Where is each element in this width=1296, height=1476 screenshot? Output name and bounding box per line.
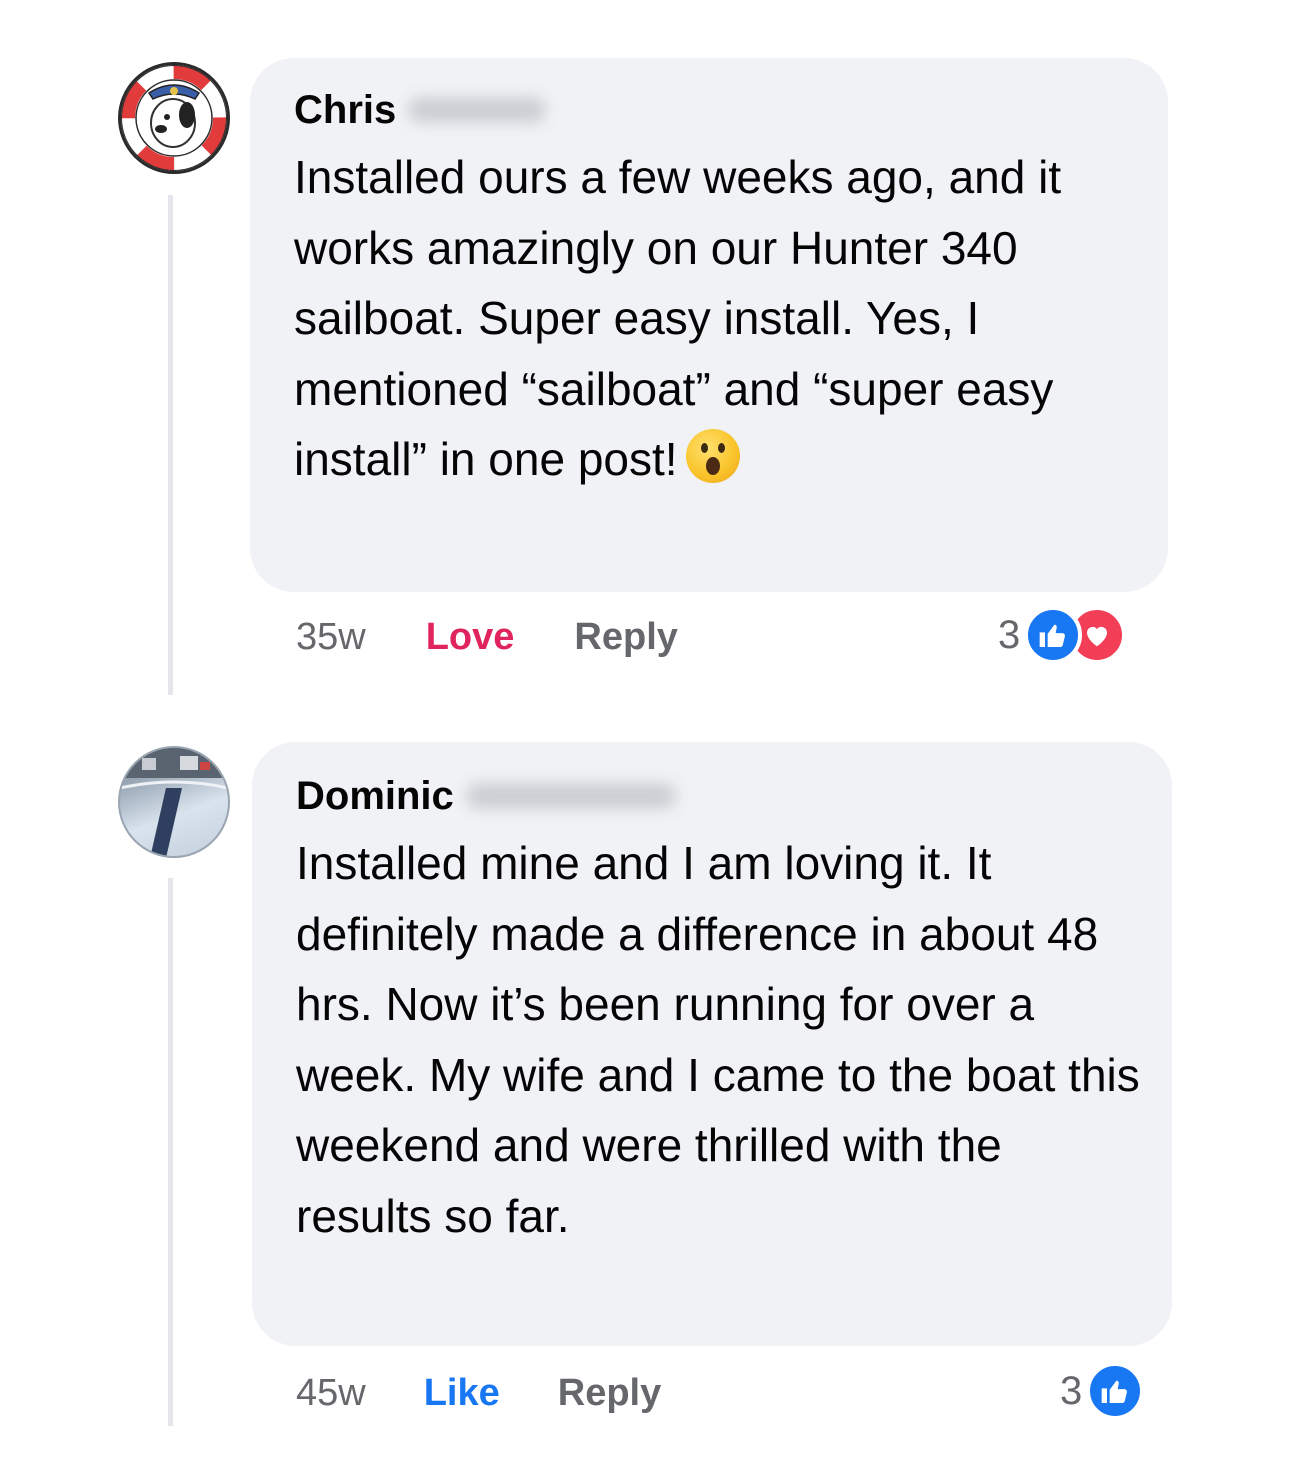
reaction-count: 3 <box>1060 1368 1083 1413</box>
like-button[interactable]: Like <box>424 1372 500 1415</box>
comment-text: Installed mine and I am loving it. It de… <box>296 828 1142 1251</box>
reaction-summary[interactable]: 3 <box>1060 1362 1145 1420</box>
avatar-chris[interactable] <box>118 62 230 174</box>
blurred-surname <box>408 97 547 123</box>
blurred-surname <box>465 783 676 809</box>
comment-text: Installed ours a few weeks ago, and it w… <box>294 142 1138 495</box>
comment-body: Installed mine and I am loving it. It de… <box>296 837 1140 1242</box>
love-button[interactable]: Love <box>426 616 515 659</box>
comment-author[interactable]: Chris <box>294 86 1138 134</box>
like-icon <box>1086 1362 1145 1420</box>
reply-button[interactable]: Reply <box>574 616 677 659</box>
comment-timestamp[interactable]: 35w <box>296 616 366 659</box>
comment-actions: 35w Love Reply <box>296 612 678 662</box>
astonished-face-icon <box>685 429 740 483</box>
avatar-dominic[interactable] <box>118 746 230 858</box>
comment-actions: 45w Like Reply <box>296 1368 661 1418</box>
thread-line <box>168 878 173 1426</box>
snoopy-lifebuoy-icon <box>121 65 227 171</box>
author-first-name[interactable]: Chris <box>294 86 396 134</box>
comment-bubble: Chris Installed ours a few weeks ago, an… <box>250 58 1168 592</box>
comment-author[interactable]: Dominic <box>296 772 1142 820</box>
reply-button[interactable]: Reply <box>558 1372 661 1415</box>
comment-timestamp[interactable]: 45w <box>296 1372 366 1415</box>
comment-bubble: Dominic Installed mine and I am loving i… <box>252 742 1172 1346</box>
thread-line <box>168 195 173 695</box>
reaction-count: 3 <box>998 612 1021 657</box>
boat-deck-photo-icon <box>120 748 228 856</box>
reaction-summary[interactable]: 3 <box>998 606 1127 664</box>
author-first-name[interactable]: Dominic <box>296 772 454 820</box>
comment-body: Installed ours a few weeks ago, and it w… <box>294 151 1062 485</box>
like-icon <box>1024 606 1083 664</box>
